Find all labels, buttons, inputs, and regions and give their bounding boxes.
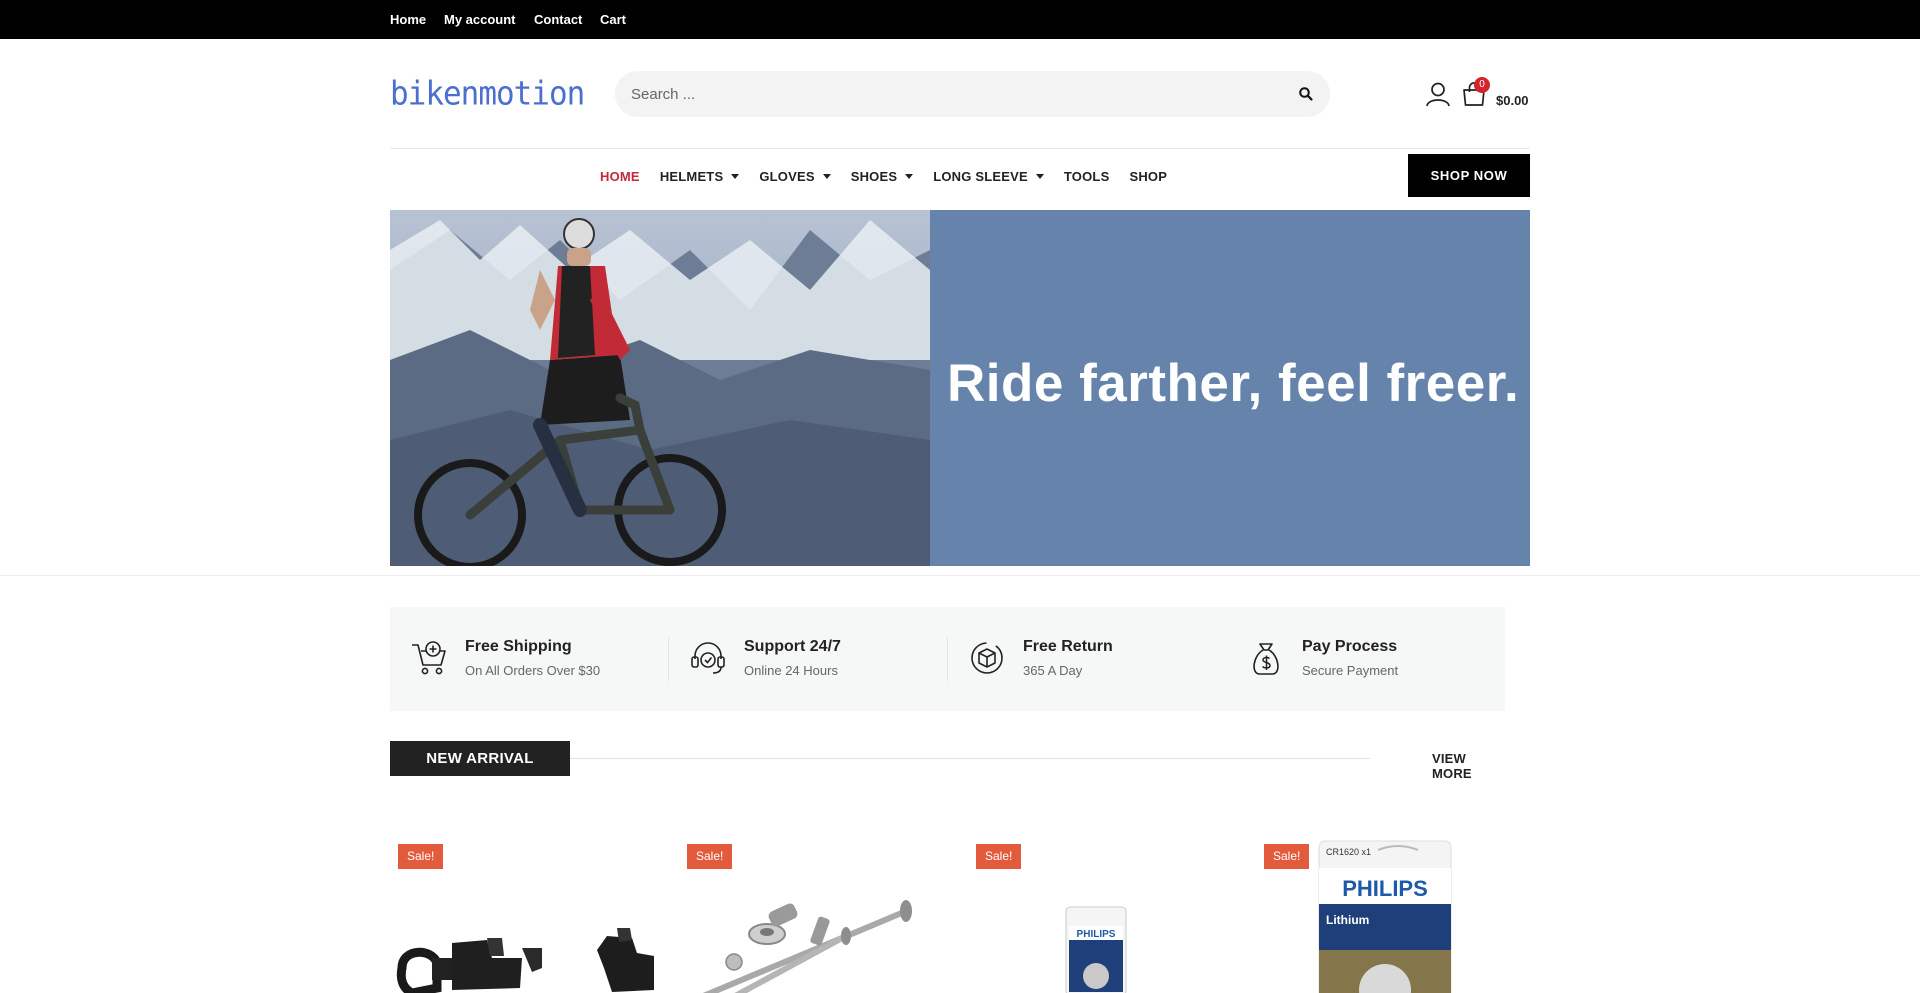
features-strip: Free Shipping On All Orders Over $30 Sup… bbox=[390, 607, 1505, 711]
nav-item-long-sleeve[interactable]: LONG SLEEVE bbox=[933, 166, 1044, 186]
battery-model-label: CR1620 x1 bbox=[1326, 847, 1371, 857]
search-bar bbox=[615, 71, 1330, 117]
headset-icon bbox=[691, 642, 725, 674]
philips-battery-small-image: PHILIPS bbox=[1065, 906, 1127, 993]
nav-item-shoes[interactable]: SHOES bbox=[851, 166, 914, 186]
search-input[interactable] bbox=[625, 71, 1265, 117]
nav-item-label: HELMETS bbox=[659, 168, 724, 184]
skewer-set-image bbox=[702, 900, 912, 993]
nav-item-label: GLOVES bbox=[759, 168, 815, 184]
cart-total[interactable]: $0.00 bbox=[1496, 93, 1529, 108]
phone-mount-image bbox=[396, 928, 654, 993]
header-divider bbox=[390, 148, 1530, 149]
sale-badge: Sale! bbox=[1264, 844, 1310, 869]
section-title: NEW ARRIVAL bbox=[390, 741, 570, 776]
view-more-link[interactable]: VIEW MORE bbox=[1432, 751, 1507, 781]
feature-title: Support 24/7 bbox=[744, 638, 841, 655]
feature-free-shipping: Free Shipping On All Orders Over $30 bbox=[390, 607, 669, 711]
nav-item-label: SHOP bbox=[1129, 168, 1168, 184]
section-divider bbox=[0, 575, 1920, 576]
feature-support: Support 24/7 Online 24 Hours bbox=[669, 607, 948, 711]
feature-subtitle: Online 24 Hours bbox=[744, 663, 838, 678]
feature-subtitle: 365 A Day bbox=[1023, 663, 1083, 678]
box-return-icon bbox=[971, 642, 1003, 674]
main-nav: HOME HELMETS GLOVES SHOES LONG SLEEVE TO… bbox=[600, 166, 1187, 186]
nav-item-home[interactable]: HOME bbox=[600, 166, 640, 186]
feature-title: Free Return bbox=[1023, 638, 1113, 655]
nav-item-label: TOOLS bbox=[1063, 168, 1110, 184]
battery-brand-label: PHILIPS bbox=[1342, 876, 1428, 901]
topbar-link-contact[interactable]: Contact bbox=[534, 12, 582, 27]
caret-down-icon bbox=[905, 173, 914, 179]
feature-subtitle: Secure Payment bbox=[1302, 663, 1399, 678]
cart-plus-icon bbox=[412, 641, 446, 675]
nav-item-tools[interactable]: TOOLS bbox=[1064, 166, 1110, 186]
shop-now-button[interactable]: SHOP NOW bbox=[1408, 154, 1530, 197]
user-account-icon[interactable] bbox=[1425, 81, 1451, 107]
sale-badge: Sale! bbox=[687, 844, 733, 869]
site-logo[interactable]: bikenmotion bbox=[390, 75, 585, 113]
topbar-link-cart[interactable]: Cart bbox=[600, 12, 626, 27]
top-bar: Home My account Contact Cart bbox=[0, 0, 1920, 39]
feature-subtitle: On All Orders Over $30 bbox=[465, 663, 601, 678]
cart-count-badge: 0 bbox=[1474, 77, 1490, 93]
feature-title: Free Shipping bbox=[465, 638, 572, 655]
nav-item-label: HOME bbox=[600, 168, 640, 184]
product-card[interactable]: CR1620 x1 PHILIPS Lithium Sale! bbox=[1256, 838, 1526, 993]
product-card[interactable]: Sale! bbox=[390, 838, 660, 993]
search-icon[interactable] bbox=[1298, 86, 1314, 102]
battery-type-label: Lithium bbox=[1326, 913, 1369, 927]
hero-headline: Ride farther, feel freer. bbox=[947, 354, 1520, 413]
new-arrival-header: NEW ARRIVAL VIEW MORE bbox=[390, 741, 1507, 781]
feature-pay-process: Pay Process Secure Payment bbox=[1227, 607, 1505, 711]
section-title-line bbox=[570, 758, 1370, 759]
money-bag-icon bbox=[1253, 643, 1279, 675]
nav-item-helmets[interactable]: HELMETS bbox=[660, 166, 740, 186]
philips-battery-large-image: CR1620 x1 PHILIPS Lithium bbox=[1318, 840, 1452, 993]
nav-item-shop[interactable]: SHOP bbox=[1129, 166, 1167, 186]
caret-down-icon bbox=[1035, 173, 1044, 179]
hero-cyclist-image bbox=[390, 210, 930, 566]
product-card[interactable]: Sale! bbox=[679, 838, 949, 993]
topbar-link-my-account[interactable]: My account bbox=[444, 12, 516, 27]
topbar-link-home[interactable]: Home bbox=[390, 12, 426, 27]
feature-title: Pay Process bbox=[1302, 638, 1398, 655]
nav-item-gloves[interactable]: GLOVES bbox=[759, 166, 831, 186]
nav-item-label: LONG SLEEVE bbox=[933, 168, 1028, 184]
sale-badge: Sale! bbox=[398, 844, 444, 869]
nav-item-label: SHOES bbox=[850, 168, 898, 184]
battery-brand-label: PHILIPS bbox=[1077, 929, 1116, 940]
caret-down-icon bbox=[731, 173, 740, 179]
caret-down-icon bbox=[822, 173, 831, 179]
feature-free-return: Free Return 365 A Day bbox=[948, 607, 1227, 711]
hero-banner[interactable]: Ride farther, feel freer. bbox=[390, 210, 1530, 566]
sale-badge: Sale! bbox=[976, 844, 1022, 869]
product-card[interactable]: PHILIPS Sale! bbox=[968, 838, 1238, 993]
